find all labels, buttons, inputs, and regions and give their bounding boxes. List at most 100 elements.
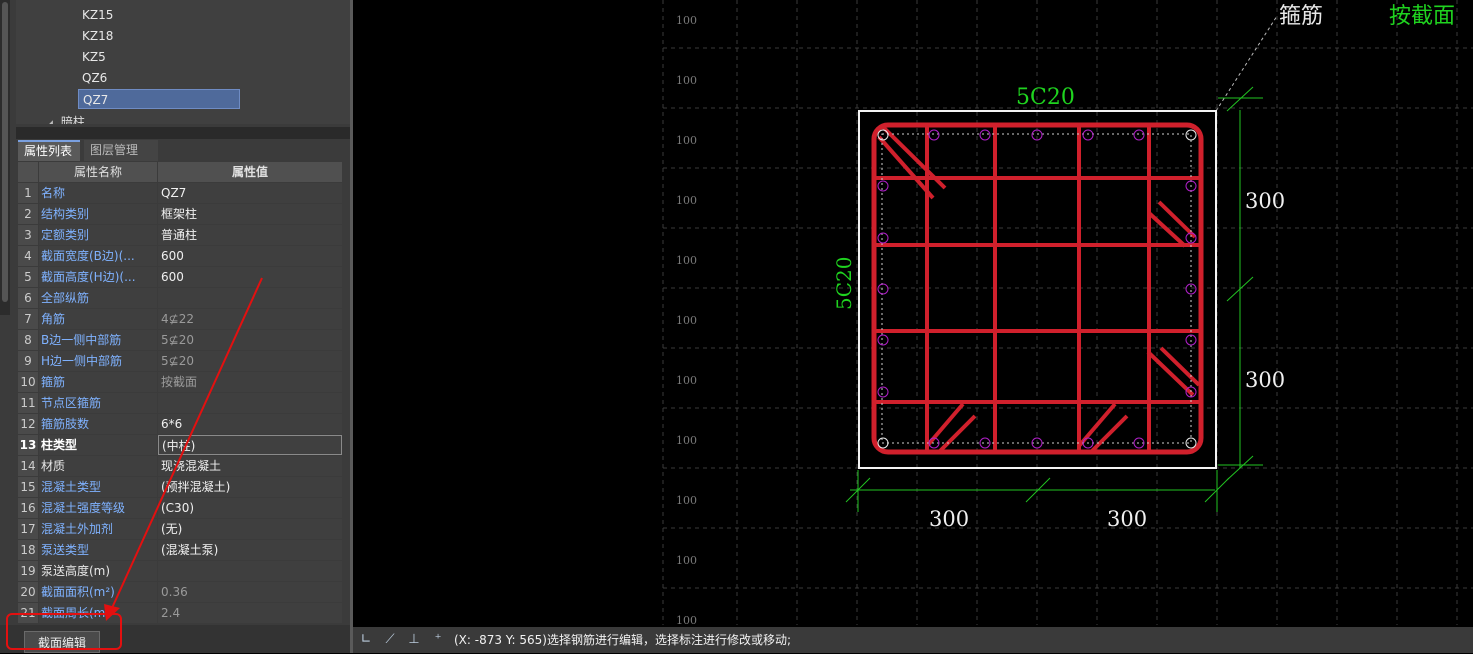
middle-bar — [979, 129, 991, 141]
dynamic-input-icon[interactable]: ⁺ — [429, 631, 447, 649]
property-value[interactable]: 5⊈20 — [158, 351, 342, 371]
row-number: 5 — [18, 267, 38, 287]
property-value[interactable]: 现浇混凝土 — [158, 456, 342, 476]
tree-item-kz18[interactable]: KZ18 — [78, 26, 113, 46]
table-row[interactable]: 18 泵送类型 (混凝土泵) — [18, 540, 342, 561]
status-text: (X: -873 Y: 565)选择钢筋进行编辑，选择标注进行修改或移动; — [454, 633, 792, 647]
property-name: 角筋 — [39, 309, 157, 329]
property-value[interactable]: 0.36 — [158, 582, 342, 602]
row-number: 20 — [18, 582, 38, 602]
table-row[interactable]: 9 H边一侧中部筋 5⊈20 — [18, 351, 342, 372]
property-value[interactable]: 600 — [158, 267, 342, 287]
tab-property-list[interactable]: 属性列表 — [18, 140, 80, 161]
property-name: 截面宽度(B边)(... — [39, 246, 157, 266]
table-row[interactable]: 13 柱类型 (中柱) — [18, 435, 342, 456]
table-row[interactable]: 16 混凝土强度等级 (C30) — [18, 498, 342, 519]
dim-bottom-right-label: 300 — [1107, 507, 1147, 531]
tree-item-qz6[interactable]: QZ6 — [78, 68, 107, 88]
table-row[interactable]: 15 混凝土类型 (预拌混凝土) — [18, 477, 342, 498]
tree-item-kz15[interactable]: KZ15 — [78, 5, 113, 25]
stirrup-hook — [1089, 414, 1129, 454]
collapse-triangle-icon[interactable]: ◢ — [46, 119, 53, 124]
table-row[interactable]: 6 全部纵筋 — [18, 288, 342, 309]
grid-label: 100 — [676, 614, 697, 625]
section-drawing[interactable]: 100 100 100 100 100 100 100 100 100 100 100 5C20 5C… — [353, 0, 1473, 627]
dim-bottom-left-label: 300 — [929, 507, 969, 531]
stirrup-hook — [1157, 200, 1197, 239]
property-value[interactable]: 5⊈20 — [158, 330, 342, 350]
property-value[interactable]: (C30) — [158, 498, 342, 518]
property-name: 截面高度(H边)(... — [39, 267, 157, 287]
table-row[interactable]: 17 混凝土外加剂 (无) — [18, 519, 342, 540]
row-number: 9 — [18, 351, 38, 371]
property-value[interactable]: 6*6 — [158, 414, 342, 434]
property-name: 节点区箍筋 — [39, 393, 157, 413]
panel-splitter[interactable] — [16, 127, 350, 139]
table-row[interactable]: 2 结构类别 框架柱 — [18, 204, 342, 225]
property-name: 泵送高度(m) — [39, 561, 157, 581]
grid-label: 100 — [676, 134, 697, 147]
tree-scrollbar[interactable] — [0, 0, 10, 315]
property-name: 混凝土强度等级 — [39, 498, 157, 518]
table-row[interactable]: 8 B边一侧中部筋 5⊈20 — [18, 330, 342, 351]
table-row[interactable]: 3 定额类别 普通柱 — [18, 225, 342, 246]
header-name[interactable]: 属性名称 — [39, 162, 157, 182]
component-tree: KZ15 KZ18 KZ5 QZ6 QZ7 ◢ 暗柱 — [16, 0, 350, 124]
table-row[interactable]: 12 箍筋肢数 6*6 — [18, 414, 342, 435]
grid-label: 100 — [676, 434, 697, 447]
property-name: 名称 — [39, 183, 157, 203]
row-number: 1 — [18, 183, 38, 203]
property-value[interactable]: 普通柱 — [158, 225, 342, 245]
status-bar: ∟ ⟋ ⊥ ⁺ (X: -873 Y: 565)选择钢筋进行编辑，选择标注进行修… — [353, 627, 1473, 653]
property-name: 材质 — [39, 456, 157, 476]
property-value[interactable]: QZ7 — [158, 183, 342, 203]
property-value[interactable]: 4⊈22 — [158, 309, 342, 329]
property-name: 泵送类型 — [39, 540, 157, 560]
table-row[interactable]: 1 名称 QZ7 — [18, 183, 342, 204]
tree-group-label: 暗柱 — [60, 115, 85, 124]
table-row[interactable]: 10 箍筋 按截面 — [18, 372, 342, 393]
property-value[interactable]: 600 — [158, 246, 342, 266]
property-value[interactable] — [158, 561, 342, 581]
polar-icon[interactable]: ⟋ — [381, 631, 399, 649]
stirrup-label: 箍筋 — [1279, 4, 1323, 29]
property-value[interactable] — [158, 288, 342, 308]
table-row[interactable]: 14 材质 现浇混凝土 — [18, 456, 342, 477]
grid-label: 100 — [676, 554, 697, 567]
tree-group-hidden-column[interactable]: ◢ 暗柱 — [46, 112, 85, 124]
tree-scrollbar-thumb[interactable] — [2, 2, 8, 302]
stirrup-hook — [1147, 211, 1187, 248]
property-value[interactable]: 2.4 — [158, 603, 342, 623]
tree-item-qz7[interactable]: QZ7 — [78, 89, 240, 109]
ortho-icon[interactable]: ∟ — [357, 631, 375, 649]
table-row[interactable]: 11 节点区箍筋 — [18, 393, 342, 414]
corner-bar — [877, 129, 889, 141]
table-row[interactable]: 19 泵送高度(m) — [18, 561, 342, 582]
tree-item-kz5[interactable]: KZ5 — [78, 47, 106, 67]
property-value[interactable]: 框架柱 — [158, 204, 342, 224]
property-value[interactable] — [158, 393, 342, 413]
property-name: B边一侧中部筋 — [39, 330, 157, 350]
perpendicular-icon[interactable]: ⊥ — [405, 631, 423, 649]
stirrup-hook — [925, 402, 965, 448]
tab-layer-management[interactable]: 图层管理 — [84, 140, 158, 161]
row-number: 4 — [18, 246, 38, 266]
property-name: 混凝土外加剂 — [39, 519, 157, 539]
table-row[interactable]: 5 截面高度(H边)(... 600 — [18, 267, 342, 288]
table-row[interactable]: 4 截面宽度(B边)(... 600 — [18, 246, 342, 267]
property-value[interactable]: (预拌混凝土) — [158, 477, 342, 497]
row-number: 19 — [18, 561, 38, 581]
row-number: 17 — [18, 519, 38, 539]
property-value[interactable]: (混凝土泵) — [158, 540, 342, 560]
drawing-canvas[interactable]: 100 100 100 100 100 100 100 100 100 100 100 5C20 5C… — [353, 0, 1473, 627]
header-value[interactable]: 属性值 — [158, 162, 342, 182]
table-row[interactable]: 7 角筋 4⊈22 — [18, 309, 342, 330]
table-row[interactable]: 20 截面面积(m²) 0.36 — [18, 582, 342, 603]
property-value[interactable]: 按截面 — [158, 372, 342, 392]
property-value[interactable]: (中柱) — [158, 435, 342, 455]
middle-bar — [877, 386, 889, 398]
dim-right-top-label: 300 — [1245, 189, 1285, 213]
property-name: 柱类型 — [39, 435, 157, 455]
property-name: 定额类别 — [39, 225, 157, 245]
property-value[interactable]: (无) — [158, 519, 342, 539]
